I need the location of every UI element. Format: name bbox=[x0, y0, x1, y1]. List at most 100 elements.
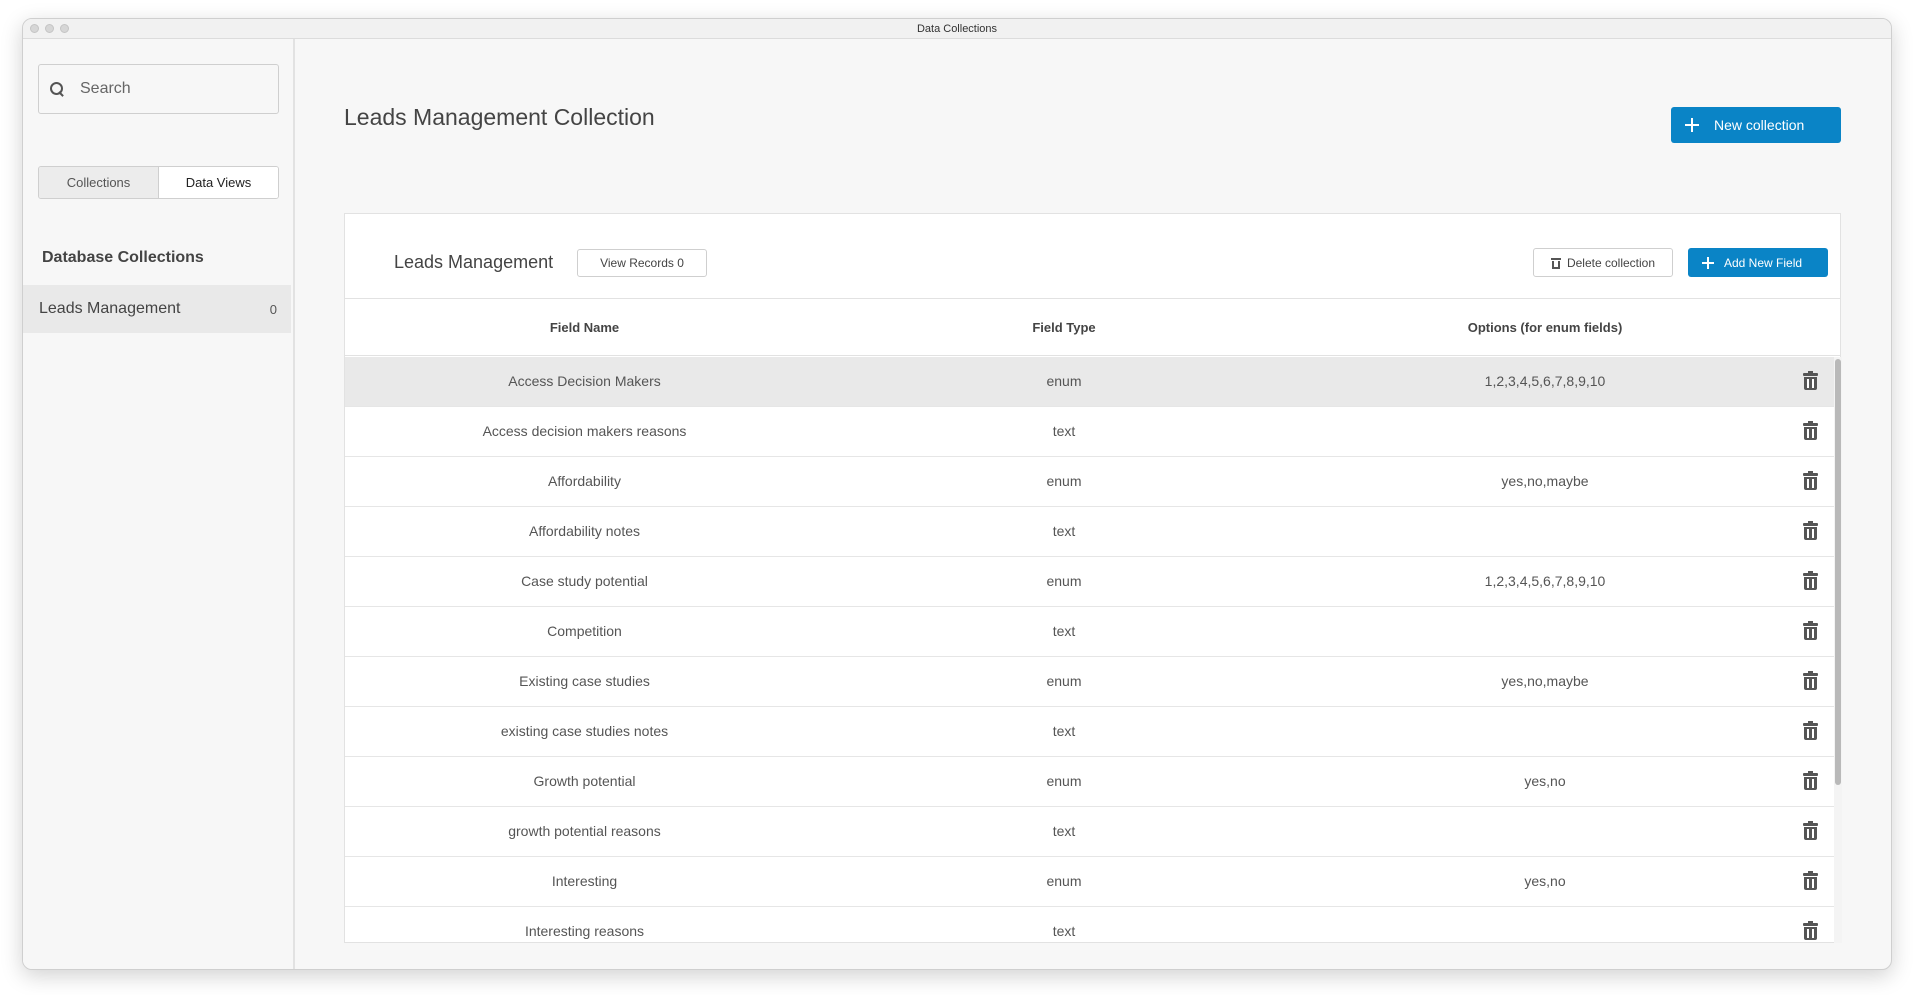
field-type-cell: enum bbox=[1046, 373, 1082, 389]
view-toggle: Collections Data Views bbox=[38, 166, 279, 199]
minimize-window-button[interactable] bbox=[45, 24, 54, 33]
delete-field-button[interactable] bbox=[1786, 471, 1834, 491]
sidebar: Collections Data Views Database Collecti… bbox=[23, 39, 295, 969]
trash-icon bbox=[1802, 721, 1818, 741]
delete-field-button[interactable] bbox=[1786, 671, 1834, 691]
field-type-cell: enum bbox=[1046, 473, 1082, 489]
tab-collections[interactable]: Collections bbox=[39, 167, 158, 198]
table-row[interactable]: Existing case studies enum yes,no,maybe bbox=[345, 657, 1834, 707]
trash-icon bbox=[1802, 921, 1818, 941]
delete-field-button[interactable] bbox=[1786, 421, 1834, 441]
sidebar-item-leads-management[interactable]: Leads Management 0 bbox=[23, 285, 291, 333]
field-options-cell: 1,2,3,4,5,6,7,8,9,10 bbox=[1484, 573, 1606, 589]
new-collection-label: New collection bbox=[1714, 117, 1805, 133]
field-name-cell: Existing case studies bbox=[519, 673, 650, 689]
close-window-button[interactable] bbox=[30, 24, 39, 33]
delete-field-button[interactable] bbox=[1786, 921, 1834, 941]
column-header-field-type[interactable]: Field Type bbox=[824, 320, 1304, 335]
field-type-cell: text bbox=[1052, 423, 1076, 439]
field-options-cell: yes,no bbox=[1524, 873, 1566, 889]
table-scrollbar[interactable] bbox=[1834, 357, 1842, 943]
field-name-cell: Interesting reasons bbox=[524, 923, 645, 939]
table-row[interactable]: Access Decision Makers enum 1,2,3,4,5,6,7,… bbox=[345, 357, 1834, 407]
view-records-button[interactable]: View Records 0 bbox=[577, 249, 707, 277]
scrollbar-thumb[interactable] bbox=[1835, 359, 1841, 785]
trash-icon bbox=[1802, 771, 1818, 791]
field-name-cell: Interesting bbox=[551, 873, 618, 889]
field-name-cell: Access Decision Makers bbox=[508, 373, 661, 389]
search-icon bbox=[50, 82, 64, 96]
zoom-window-button[interactable] bbox=[60, 24, 69, 33]
page-title: Leads Management Collection bbox=[344, 104, 655, 130]
add-new-field-button[interactable]: Add New Field bbox=[1688, 248, 1828, 277]
trash-icon bbox=[1802, 821, 1818, 841]
table-row[interactable]: Affordability notes text bbox=[345, 507, 1834, 557]
field-options-cell: yes,no,maybe bbox=[1501, 673, 1589, 689]
column-header-field-name[interactable]: Field Name bbox=[345, 320, 824, 335]
delete-field-button[interactable] bbox=[1786, 821, 1834, 841]
delete-field-button[interactable] bbox=[1786, 571, 1834, 591]
field-type-cell: text bbox=[1052, 923, 1076, 939]
search-input[interactable] bbox=[80, 80, 260, 98]
sidebar-heading: Database Collections bbox=[42, 249, 204, 266]
tab-data-views[interactable]: Data Views bbox=[158, 167, 278, 198]
table-row[interactable]: growth potential reasons text bbox=[345, 807, 1834, 857]
table-row[interactable]: Interesting enum yes,no bbox=[345, 857, 1834, 907]
fields-table-body: Access Decision Makers enum 1,2,3,4,5,6,7,… bbox=[345, 357, 1834, 943]
column-header-options[interactable]: Options (for enum fields) bbox=[1304, 320, 1786, 335]
delete-field-button[interactable] bbox=[1786, 621, 1834, 641]
plus-icon bbox=[1685, 118, 1699, 132]
sidebar-item-count: 0 bbox=[269, 301, 277, 317]
title-bar: Data Collections bbox=[23, 19, 1891, 39]
field-options-cell: yes,no bbox=[1524, 773, 1566, 789]
delete-field-button[interactable] bbox=[1786, 721, 1834, 741]
field-name-cell: growth potential reasons bbox=[508, 823, 661, 839]
trash-icon bbox=[1802, 471, 1818, 491]
field-type-cell: enum bbox=[1046, 773, 1082, 789]
card-header: Leads Management View Records 0 Delete c… bbox=[345, 214, 1840, 299]
field-name-cell: Affordability bbox=[548, 473, 621, 489]
delete-field-button[interactable] bbox=[1786, 521, 1834, 541]
field-options-cell: yes,no,maybe bbox=[1501, 473, 1589, 489]
table-row[interactable]: Case study potential enum 1,2,3,4,5,6,7,8,… bbox=[345, 557, 1834, 607]
field-options-cell: 1,2,3,4,5,6,7,8,9,10 bbox=[1484, 373, 1606, 389]
table-row[interactable]: Access decision makers reasons text bbox=[345, 407, 1834, 457]
trash-icon bbox=[1550, 257, 1561, 269]
table-row[interactable]: Competition text bbox=[345, 607, 1834, 657]
table-row[interactable]: Affordability enum yes,no,maybe bbox=[345, 457, 1834, 507]
search-box[interactable] bbox=[38, 64, 279, 114]
new-collection-button[interactable]: New collection bbox=[1671, 107, 1841, 143]
table-row[interactable]: Interesting reasons text bbox=[345, 907, 1834, 943]
trash-icon bbox=[1802, 871, 1818, 891]
collection-card: Leads Management View Records 0 Delete c… bbox=[344, 213, 1842, 943]
table-header: Field Name Field Type Options (for enum … bbox=[345, 300, 1840, 356]
trash-icon bbox=[1802, 571, 1818, 591]
trash-icon bbox=[1802, 371, 1818, 391]
field-type-cell: enum bbox=[1046, 573, 1082, 589]
field-name-cell: Affordability notes bbox=[528, 523, 641, 539]
plus-icon bbox=[1702, 256, 1714, 269]
delete-field-button[interactable] bbox=[1786, 371, 1834, 391]
trash-icon bbox=[1802, 621, 1818, 641]
field-type-cell: text bbox=[1052, 623, 1076, 639]
field-type-cell: text bbox=[1052, 523, 1076, 539]
trash-icon bbox=[1802, 671, 1818, 691]
sidebar-item-label: Leads Management bbox=[39, 300, 181, 317]
field-name-cell: Growth potential bbox=[533, 773, 636, 789]
collection-title: Leads Management bbox=[394, 252, 554, 272]
field-name-cell: Competition bbox=[547, 623, 622, 639]
field-name-cell: Case study potential bbox=[521, 573, 648, 589]
table-row[interactable]: Growth potential enum yes,no bbox=[345, 757, 1834, 807]
window-title: Data Collections bbox=[916, 22, 998, 35]
field-name-cell: Access decision makers reasons bbox=[482, 423, 687, 439]
field-name-cell: existing case studies notes bbox=[500, 723, 669, 739]
delete-collection-button[interactable]: Delete collection bbox=[1533, 248, 1673, 277]
field-type-cell: enum bbox=[1046, 673, 1082, 689]
delete-field-button[interactable] bbox=[1786, 771, 1834, 791]
trash-icon bbox=[1802, 521, 1818, 541]
delete-field-button[interactable] bbox=[1786, 871, 1834, 891]
delete-collection-label: Delete collection bbox=[1566, 255, 1656, 270]
table-row[interactable]: existing case studies notes text bbox=[345, 707, 1834, 757]
window-controls bbox=[30, 24, 69, 33]
field-type-cell: text bbox=[1052, 723, 1076, 739]
